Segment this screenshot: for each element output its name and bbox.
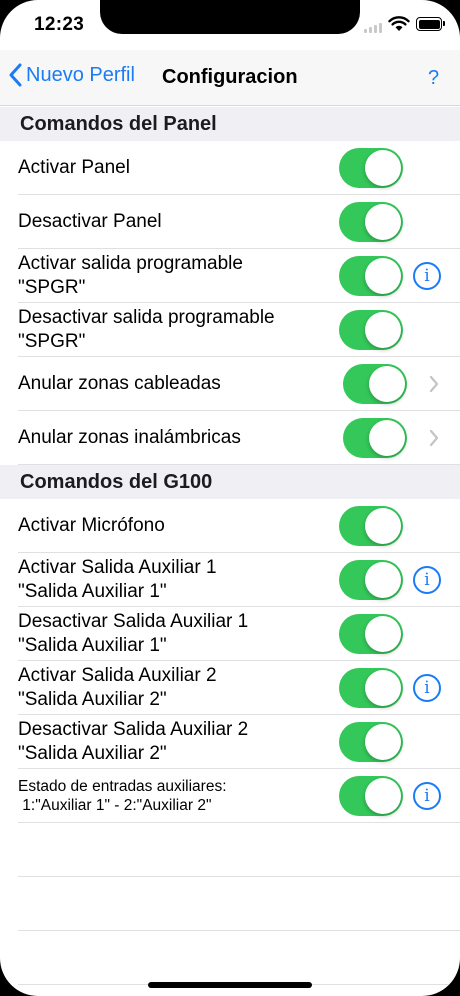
status-bar: 12:23	[0, 0, 460, 50]
settings-row-activar-salida-auxiliar-2[interactable]: Activar Salida Auxiliar 2 "Salida Auxilia…	[0, 661, 460, 715]
toggle-knob	[365, 150, 401, 186]
toggle-switch[interactable]	[339, 722, 403, 762]
empty-row	[0, 877, 460, 931]
settings-row-desactivar-panel[interactable]: Desactivar Panel	[0, 195, 460, 249]
settings-row-desactivar-salida-programable[interactable]: Desactivar salida programable "SPGR"	[0, 303, 460, 357]
row-label: Anular zonas inalámbricas	[18, 411, 338, 465]
row-label: Anular zonas cableadas	[18, 357, 338, 411]
back-button-label: Nuevo Perfil	[26, 63, 135, 86]
info-icon[interactable]: i	[413, 262, 441, 290]
toggle-switch[interactable]	[343, 364, 407, 404]
settings-row-desactivar-salida-auxiliar-2[interactable]: Desactivar Salida Auxiliar 2 "Salida Auxi…	[0, 715, 460, 769]
info-icon[interactable]: i	[413, 566, 441, 594]
row-label-line1: Desactivar Panel	[18, 211, 162, 232]
row-label-line1: Activar Salida Auxiliar 2	[18, 665, 217, 686]
row-label-line2: "Salida Auxiliar 1"	[18, 581, 167, 602]
info-icon[interactable]: i	[413, 782, 441, 810]
row-label: Activar Salida Auxiliar 2 "Salida Auxilia…	[18, 661, 338, 715]
row-label-line2: "Salida Auxiliar 1"	[18, 635, 167, 656]
toggle-switch[interactable]	[339, 776, 403, 816]
settings-row-anular-zonas-inalambricas[interactable]: Anular zonas inalámbricas	[0, 411, 460, 465]
row-label-line2: "SPGR"	[18, 277, 86, 298]
toggle-switch[interactable]	[339, 506, 403, 546]
chevron-right-icon[interactable]	[429, 375, 439, 393]
section-header-comandos-del-g100: Comandos del G100	[0, 465, 460, 499]
settings-row-activar-salida-programable[interactable]: Activar salida programable "SPGR" i	[0, 249, 460, 303]
row-label-line1: Anular zonas cableadas	[18, 373, 221, 394]
row-label: Desactivar Salida Auxiliar 1 "Salida Auxi…	[18, 607, 338, 661]
toggle-switch[interactable]	[339, 148, 403, 188]
toggle-switch[interactable]	[339, 614, 403, 654]
row-label-line2: "SPGR"	[18, 331, 86, 352]
toggle-knob	[365, 204, 401, 240]
toggle-knob	[365, 312, 401, 348]
row-label-line1: Activar Salida Auxiliar 1	[18, 557, 217, 578]
toggle-knob	[365, 508, 401, 544]
row-label: Desactivar Salida Auxiliar 2 "Salida Auxi…	[18, 715, 338, 769]
home-indicator[interactable]	[148, 982, 312, 988]
row-label: Desactivar salida programable "SPGR"	[18, 303, 338, 357]
row-label: Desactivar Panel	[18, 195, 338, 249]
empty-row	[0, 931, 460, 985]
info-icon[interactable]: i	[413, 674, 441, 702]
row-label: Activar Salida Auxiliar 1 "Salida Auxilia…	[18, 553, 338, 607]
row-label-line2: 1:"Auxiliar 1" - 2:"Auxiliar 2"	[18, 797, 212, 814]
toggle-knob	[365, 724, 401, 760]
toggle-knob	[365, 258, 401, 294]
help-button[interactable]: ?	[428, 67, 439, 90]
row-label-line1: Activar Panel	[18, 157, 130, 178]
wifi-icon	[388, 16, 410, 31]
toggle-switch[interactable]	[339, 310, 403, 350]
settings-row-activar-microfono[interactable]: Activar Micrófono	[0, 499, 460, 553]
signal-icon	[364, 23, 386, 33]
section-header-comandos-del-panel: Comandos del Panel	[0, 107, 460, 141]
navigation-bar: Nuevo Perfil Configuracion ?	[0, 50, 460, 106]
settings-row-activar-panel[interactable]: Activar Panel	[0, 141, 460, 195]
row-label: Estado de entradas auxiliares: 1:"Auxili…	[18, 769, 338, 823]
toggle-knob	[365, 562, 401, 598]
chevron-left-icon	[9, 63, 22, 87]
toggle-knob	[365, 616, 401, 652]
row-label-line1: Desactivar Salida Auxiliar 1	[18, 611, 249, 632]
toggle-switch[interactable]	[339, 202, 403, 242]
row-label-line2: "Salida Auxiliar 2"	[18, 689, 167, 710]
settings-row-desactivar-salida-auxiliar-1[interactable]: Desactivar Salida Auxiliar 1 "Salida Auxi…	[0, 607, 460, 661]
battery-icon	[416, 17, 445, 31]
row-label: Activar Micrófono	[18, 499, 338, 553]
toggle-knob	[365, 778, 401, 814]
row-label-line1: Activar Micrófono	[18, 515, 165, 536]
app-screen: 12:23 Nuevo Perfil Configuracion ? Coman…	[0, 0, 460, 996]
toggle-switch[interactable]	[339, 668, 403, 708]
toggle-switch[interactable]	[339, 256, 403, 296]
page-title: Configuracion	[162, 66, 298, 88]
status-time: 12:23	[34, 14, 85, 35]
empty-row	[0, 823, 460, 877]
toggle-knob	[369, 366, 405, 402]
settings-list: Comandos del Panel Activar Panel Desactiva…	[0, 107, 460, 985]
settings-row-activar-salida-auxiliar-1[interactable]: Activar Salida Auxiliar 1 "Salida Auxilia…	[0, 553, 460, 607]
device-notch	[100, 0, 360, 34]
toggle-knob	[365, 670, 401, 706]
settings-row-anular-zonas-cableadas[interactable]: Anular zonas cableadas	[0, 357, 460, 411]
row-label: Activar Panel	[18, 141, 338, 195]
row-label-line1: Activar salida programable	[18, 253, 243, 274]
chevron-right-icon[interactable]	[429, 429, 439, 447]
settings-row-estado-de-entradas-auxiliares[interactable]: Estado de entradas auxiliares: 1:"Auxili…	[0, 769, 460, 823]
back-button[interactable]: Nuevo Perfil	[8, 63, 135, 87]
row-label-line1: Desactivar Salida Auxiliar 2	[18, 719, 249, 740]
toggle-knob	[369, 420, 405, 456]
row-label-line2: "Salida Auxiliar 2"	[18, 743, 167, 764]
row-label: Activar salida programable "SPGR"	[18, 249, 338, 303]
row-label-line1: Anular zonas inalámbricas	[18, 427, 241, 448]
row-label-line1: Estado de entradas auxiliares:	[18, 778, 227, 795]
row-label-line1: Desactivar salida programable	[18, 307, 275, 328]
toggle-switch[interactable]	[343, 418, 407, 458]
toggle-switch[interactable]	[339, 560, 403, 600]
